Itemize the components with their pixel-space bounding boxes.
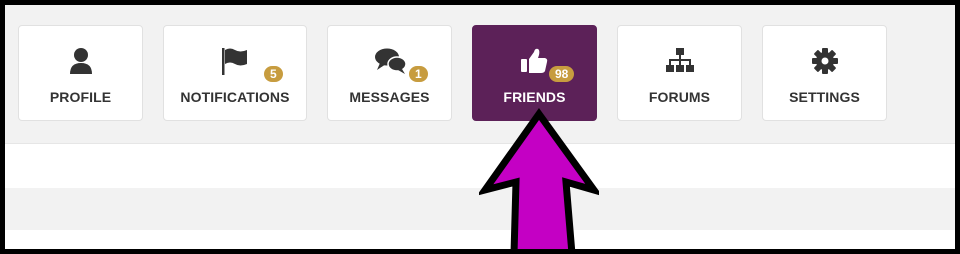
user-icon bbox=[19, 46, 142, 76]
gear-icon bbox=[763, 46, 886, 76]
message-badge: 1 bbox=[409, 66, 428, 82]
tab-notifications[interactable]: 5 NOTIFICATIONS bbox=[163, 25, 307, 121]
tab-messages[interactable]: 1 MESSAGES bbox=[327, 25, 452, 121]
flag-icon bbox=[164, 46, 306, 76]
sitemap-icon bbox=[618, 46, 741, 76]
tab-profile[interactable]: PROFILE bbox=[18, 25, 143, 121]
tab-label: SETTINGS bbox=[789, 89, 860, 105]
thumbs-up-icon bbox=[473, 46, 596, 76]
tab-label: FRIENDS bbox=[503, 89, 566, 105]
comments-icon bbox=[328, 46, 451, 76]
tab-label: FORUMS bbox=[648, 89, 711, 105]
tab-label: MESSAGES bbox=[349, 89, 430, 105]
tab-forums[interactable]: FORUMS bbox=[617, 25, 742, 121]
notification-badge: 5 bbox=[264, 66, 283, 82]
tab-label: NOTIFICATIONS bbox=[180, 89, 290, 105]
friends-badge: 98 bbox=[549, 66, 575, 82]
tab-settings[interactable]: SETTINGS bbox=[762, 25, 887, 121]
screenshot-frame: PROFILE 5 NOTIFICATIONS 1 MESSAGES 98 FR… bbox=[5, 5, 955, 249]
arrow-up-icon bbox=[479, 107, 599, 249]
tab-label: PROFILE bbox=[49, 89, 112, 105]
